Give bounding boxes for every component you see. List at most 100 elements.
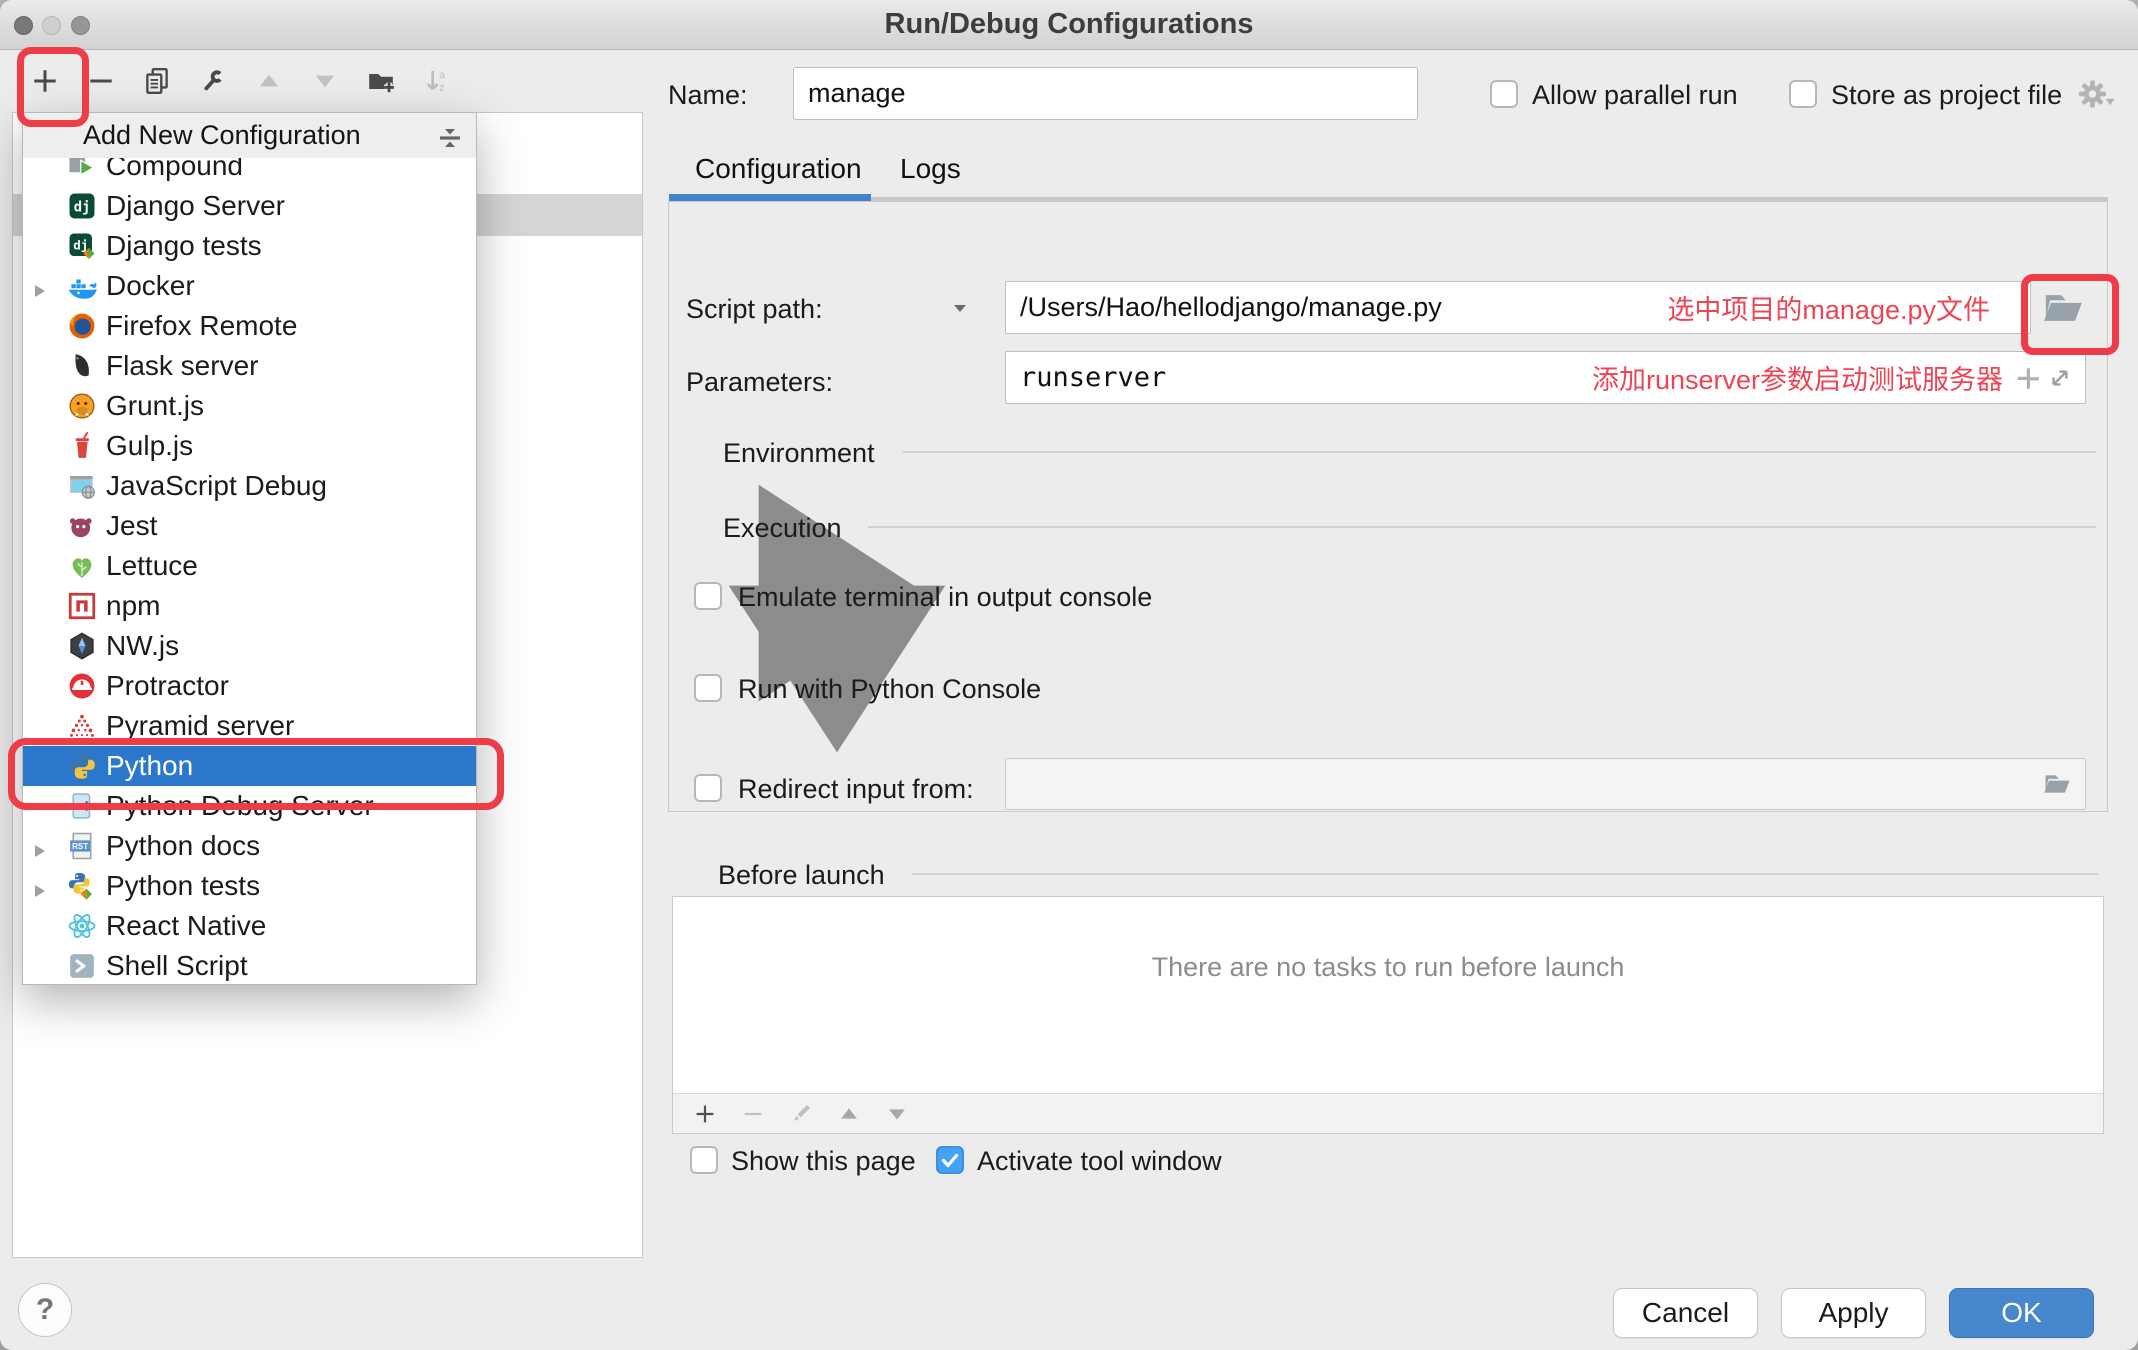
popup-item-label: Shell Script bbox=[106, 950, 248, 982]
popup-item-pyramid-server[interactable]: Pyramid server bbox=[23, 706, 476, 746]
popup-item-label: Pyramid server bbox=[106, 710, 294, 742]
popup-item-python-debug-server[interactable]: Python Debug Server bbox=[23, 786, 476, 826]
parameters-label: Parameters: bbox=[686, 366, 833, 398]
collapse-filter-icon[interactable] bbox=[436, 121, 464, 149]
protractor-icon bbox=[67, 671, 97, 701]
popup-item-label: Jest bbox=[106, 510, 157, 542]
allow-parallel-run-checkbox[interactable] bbox=[1490, 80, 1518, 108]
popup-item-flask-server[interactable]: Flask server bbox=[23, 346, 476, 386]
show-this-page-checkbox[interactable] bbox=[690, 1146, 718, 1174]
help-button[interactable]: ? bbox=[18, 1283, 72, 1337]
macros-plus-icon[interactable] bbox=[2011, 361, 2045, 395]
task-down-button[interactable] bbox=[883, 1100, 911, 1128]
popup-item-label: Protractor bbox=[106, 670, 229, 702]
move-down-button[interactable] bbox=[304, 60, 346, 102]
task-up-button[interactable] bbox=[835, 1100, 863, 1128]
docker-icon bbox=[67, 271, 97, 301]
react-icon bbox=[67, 911, 97, 941]
emulate-terminal-checkbox[interactable] bbox=[694, 582, 722, 610]
cancel-button[interactable]: Cancel bbox=[1613, 1288, 1758, 1338]
emulate-terminal-label: Emulate terminal in output console bbox=[738, 581, 1152, 613]
popup-item-react-native[interactable]: React Native bbox=[23, 906, 476, 946]
popup-item-label: Gulp.js bbox=[106, 430, 193, 462]
popup-item-label: JavaScript Debug bbox=[106, 470, 327, 502]
help-label: ? bbox=[36, 1293, 54, 1327]
store-as-project-file-checkbox[interactable] bbox=[1789, 80, 1817, 108]
gear-icon[interactable] bbox=[2076, 76, 2116, 112]
popup-item-label: Lettuce bbox=[106, 550, 198, 582]
parameters-input[interactable]: runserver 添加runserver参数启动测试服务器 bbox=[1005, 351, 2086, 404]
apply-button[interactable]: Apply bbox=[1781, 1288, 1926, 1338]
flask-icon bbox=[67, 351, 97, 381]
popup-item-protractor[interactable]: Protractor bbox=[23, 666, 476, 706]
edit-task-button[interactable] bbox=[787, 1100, 815, 1128]
popup-item-label: Firefox Remote bbox=[106, 310, 297, 342]
create-folder-button[interactable] bbox=[360, 60, 402, 102]
popup-item-grunt-js[interactable]: Grunt.js bbox=[23, 386, 476, 426]
popup-item-python-docs[interactable]: RSTPython docs bbox=[23, 826, 476, 866]
activate-tool-window-checkbox[interactable] bbox=[936, 1146, 964, 1174]
popup-item-jest[interactable]: Jest bbox=[23, 506, 476, 546]
popup-item-label: npm bbox=[106, 590, 160, 622]
script-path-dropdown-icon[interactable] bbox=[951, 299, 969, 317]
popup-title: Add New Configuration bbox=[83, 120, 361, 150]
tab-logs[interactable]: Logs bbox=[900, 153, 961, 185]
popup-item-label: Django tests bbox=[106, 230, 262, 262]
grunt-icon bbox=[67, 391, 97, 421]
popup-item-shell-script[interactable]: Shell Script bbox=[23, 946, 476, 984]
redirect-input-checkbox[interactable] bbox=[694, 774, 722, 802]
remove-configuration-button[interactable] bbox=[80, 60, 122, 102]
environment-section-label: Environment bbox=[723, 437, 875, 469]
popup-item-firefox-remote[interactable]: Firefox Remote bbox=[23, 306, 476, 346]
popup-item-compound[interactable]: Compound bbox=[23, 158, 476, 186]
popup-item-gulp-js[interactable]: Gulp.js bbox=[23, 426, 476, 466]
lettuce-icon bbox=[67, 551, 97, 581]
popup-item-python[interactable]: Python bbox=[23, 746, 476, 786]
name-input[interactable] bbox=[793, 67, 1418, 120]
npm-icon bbox=[67, 591, 97, 621]
popup-item-django-tests[interactable]: djDjango tests bbox=[23, 226, 476, 266]
ok-label: OK bbox=[2001, 1297, 2041, 1329]
add-task-button[interactable] bbox=[691, 1100, 719, 1128]
add-configuration-button[interactable] bbox=[24, 60, 66, 102]
django-server-icon: dj bbox=[67, 191, 97, 221]
svg-text:a: a bbox=[439, 69, 445, 81]
popup-item-lettuce[interactable]: Lettuce bbox=[23, 546, 476, 586]
redirect-input-field[interactable] bbox=[1005, 758, 2086, 810]
pyramid-icon bbox=[67, 711, 97, 741]
remove-task-button[interactable] bbox=[739, 1100, 767, 1128]
redirect-input-label: Redirect input from: bbox=[738, 773, 974, 805]
edit-templates-button[interactable] bbox=[192, 60, 234, 102]
cancel-label: Cancel bbox=[1642, 1297, 1729, 1329]
expand-field-icon[interactable] bbox=[2045, 363, 2075, 393]
execution-section-label: Execution bbox=[723, 512, 842, 544]
window-title: Run/Debug Configurations bbox=[0, 0, 2138, 49]
browse-folder-button[interactable] bbox=[2039, 284, 2087, 332]
python-console-checkbox[interactable] bbox=[694, 674, 722, 702]
popup-item-nw-js[interactable]: NW.js bbox=[23, 626, 476, 666]
popup-item-python-tests[interactable]: Python tests bbox=[23, 866, 476, 906]
python-tests-icon bbox=[67, 871, 97, 901]
before-launch-divider bbox=[912, 873, 2098, 875]
popup-item-javascript-debug[interactable]: JavaScript Debug bbox=[23, 466, 476, 506]
parameters-value: runserver bbox=[1020, 362, 1166, 393]
popup-item-label: Python bbox=[106, 750, 193, 782]
ok-button[interactable]: OK bbox=[1949, 1288, 2094, 1338]
chevron-right-icon[interactable] bbox=[29, 836, 49, 856]
popup-item-label: NW.js bbox=[106, 630, 179, 662]
script-path-input[interactable]: /Users/Hao/hellodjango/manage.py 选中项目的ma… bbox=[1005, 281, 2031, 334]
redirect-folder-icon[interactable] bbox=[2041, 768, 2073, 800]
copy-configuration-button[interactable] bbox=[136, 60, 178, 102]
script-path-annotation: 选中项目的manage.py文件 bbox=[1667, 288, 1990, 327]
firefox-icon bbox=[67, 311, 97, 341]
sort-configurations-button[interactable]: az bbox=[416, 60, 458, 102]
popup-item-docker[interactable]: Docker bbox=[23, 266, 476, 306]
tab-configuration[interactable]: Configuration bbox=[695, 153, 862, 185]
name-label: Name: bbox=[668, 79, 748, 111]
chevron-right-icon[interactable] bbox=[29, 276, 49, 296]
before-launch-toolbar bbox=[673, 1093, 2103, 1133]
popup-item-django-server[interactable]: djDjango Server bbox=[23, 186, 476, 226]
chevron-right-icon[interactable] bbox=[29, 876, 49, 896]
move-up-button[interactable] bbox=[248, 60, 290, 102]
popup-item-npm[interactable]: npm bbox=[23, 586, 476, 626]
